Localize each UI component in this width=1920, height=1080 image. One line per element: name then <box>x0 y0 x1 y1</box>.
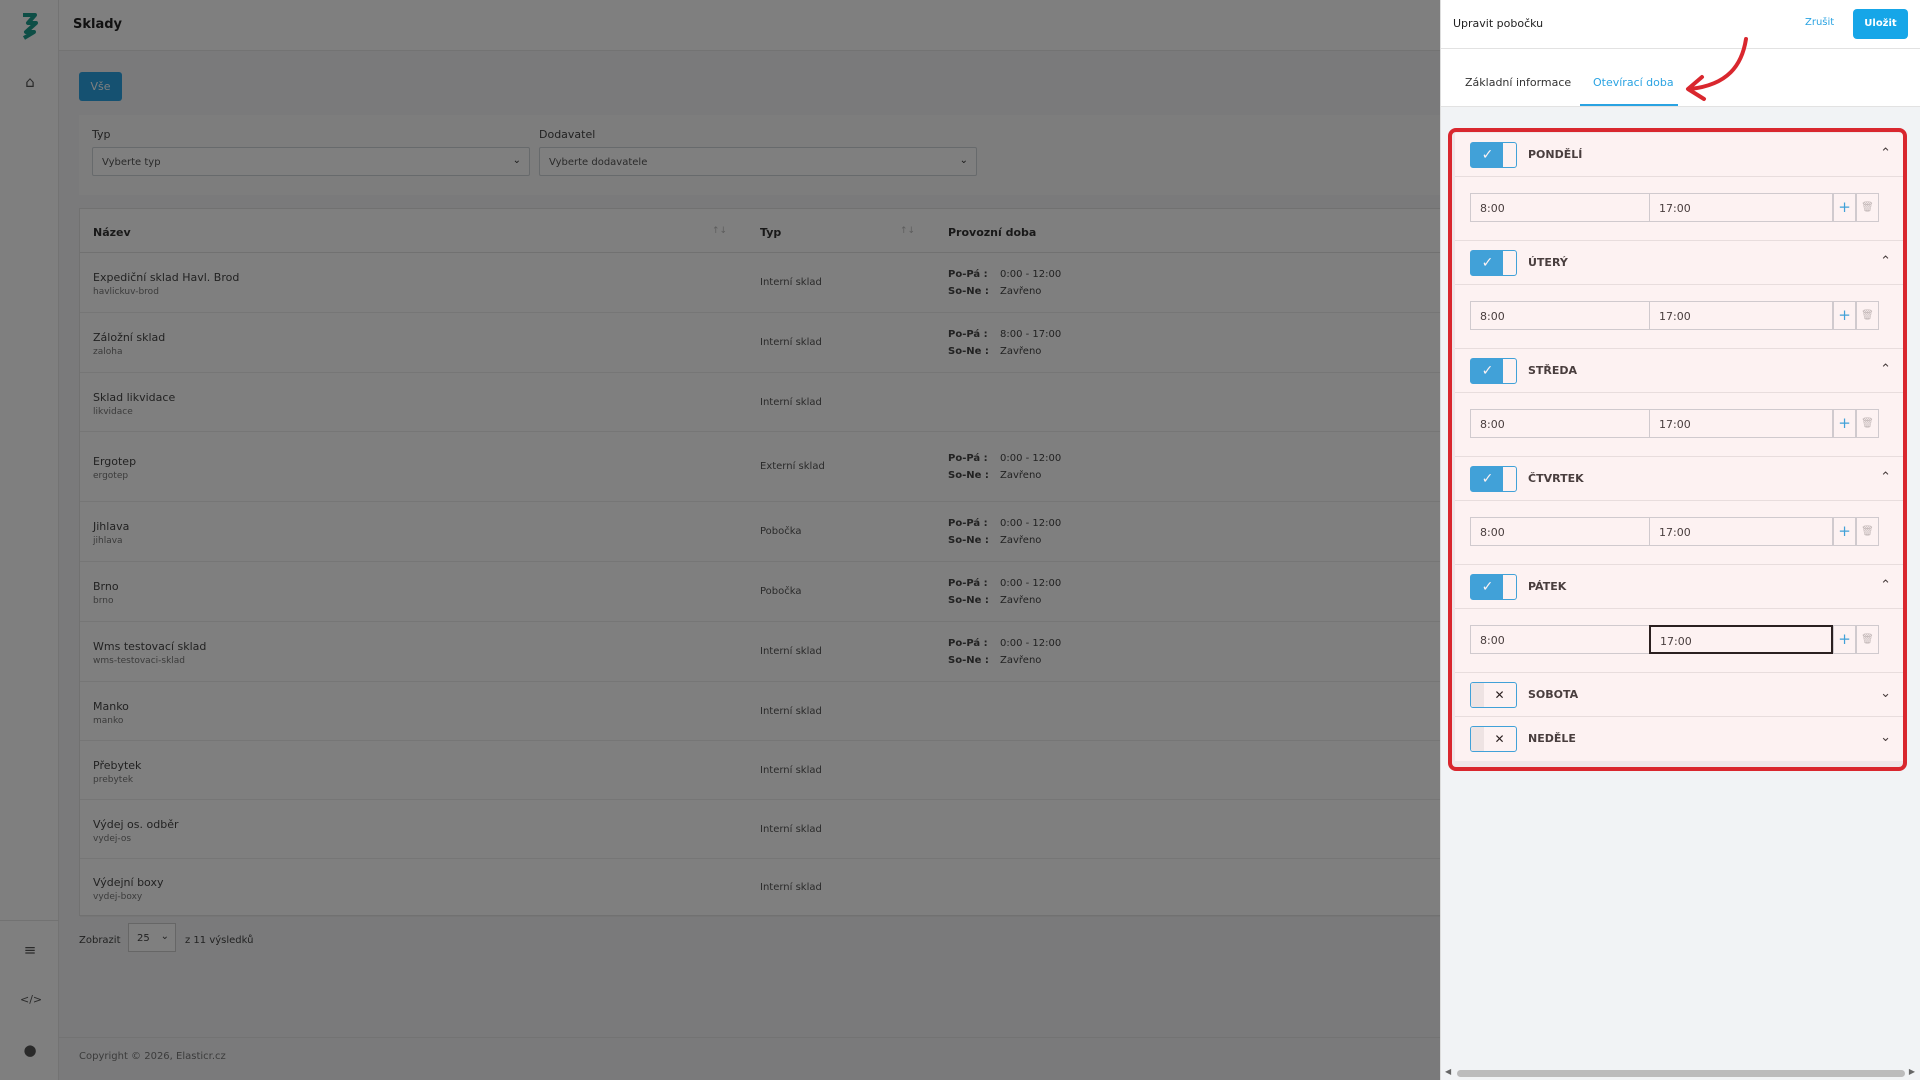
active-tab-indicator <box>1580 104 1678 106</box>
horizontal-scrollbar[interactable]: ◀ ▶ <box>1445 1067 1915 1078</box>
annotation-arrow-icon <box>1686 37 1748 101</box>
scroll-right-icon[interactable]: ▶ <box>1909 1067 1915 1076</box>
tab-basic-info[interactable]: Základní informace <box>1465 76 1571 89</box>
scroll-left-icon[interactable]: ◀ <box>1445 1067 1451 1076</box>
tab-opening-hours[interactable]: Otevírací doba <box>1593 76 1674 89</box>
annotation-highlight-box <box>1448 128 1907 771</box>
panel-title: Upravit pobočku <box>1453 17 1544 30</box>
scrollbar-thumb[interactable] <box>1457 1070 1905 1077</box>
save-button[interactable]: Uložit <box>1853 9 1908 39</box>
modal-backdrop[interactable] <box>0 0 1440 1080</box>
cancel-button[interactable]: Zrušit <box>1805 17 1834 28</box>
